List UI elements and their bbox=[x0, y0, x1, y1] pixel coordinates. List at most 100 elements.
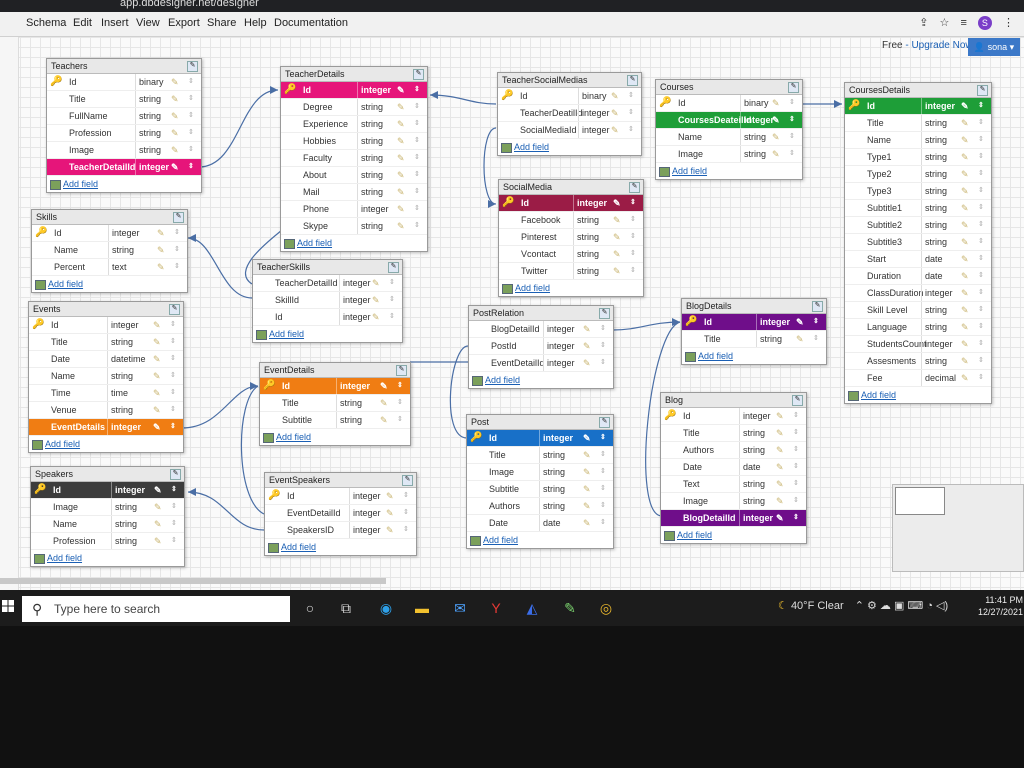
browser-address-bar[interactable]: app.dbdesigner.net/designer bbox=[0, 0, 1024, 12]
edit-field-icon[interactable]: ✎ bbox=[613, 212, 621, 228]
reorder-field-icon[interactable]: ⇕ bbox=[188, 125, 194, 141]
upgrade-link[interactable]: Upgrade Now bbox=[911, 40, 972, 51]
field-row[interactable]: 🔑 Id binary ✎ ⇕ bbox=[498, 88, 641, 105]
edit-field-icon[interactable]: ✎ bbox=[583, 321, 591, 337]
field-row[interactable]: Title string ✎ ⇕ bbox=[260, 395, 410, 412]
field-row[interactable]: Date datetime ✎ ⇕ bbox=[29, 351, 183, 368]
reorder-field-icon[interactable]: ⇕ bbox=[600, 338, 606, 354]
edit-field-icon[interactable]: ✎ bbox=[583, 481, 591, 497]
field-row[interactable]: StudentsCount integer ✎ ⇕ bbox=[845, 336, 991, 353]
reorder-field-icon[interactable]: ⇕ bbox=[978, 132, 984, 148]
reorder-field-icon[interactable]: ⇕ bbox=[793, 442, 799, 458]
add-field-link[interactable]: Add field bbox=[32, 276, 187, 292]
reorder-field-icon[interactable]: ⇕ bbox=[793, 425, 799, 441]
reorder-field-icon[interactable]: ⇕ bbox=[171, 482, 177, 498]
table-title[interactable]: EventDetails ✎ bbox=[260, 363, 410, 378]
edit-field-icon[interactable]: ✎ bbox=[154, 516, 162, 532]
field-row[interactable]: Skype string ✎ ⇕ bbox=[281, 218, 427, 235]
add-field-link[interactable]: Add field bbox=[281, 235, 427, 251]
edit-field-icon[interactable]: ✎ bbox=[153, 317, 161, 333]
table-blogdetails[interactable]: BlogDetails ✎ 🔑 Id integer ✎ ⇕ Title string ✎ ⇕ Add… bbox=[681, 298, 827, 365]
edit-field-icon[interactable]: ✎ bbox=[397, 150, 405, 166]
reorder-field-icon[interactable]: ⇕ bbox=[414, 133, 420, 149]
reorder-field-icon[interactable]: ⇕ bbox=[188, 142, 194, 158]
edit-field-icon[interactable]: ✎ bbox=[961, 319, 969, 335]
reorder-field-icon[interactable]: ⇕ bbox=[793, 408, 799, 424]
reorder-field-icon[interactable]: ⇕ bbox=[171, 499, 177, 515]
add-field-link[interactable]: Add field bbox=[467, 532, 613, 548]
reorder-field-icon[interactable]: ⇕ bbox=[978, 336, 984, 352]
reorder-field-icon[interactable]: ⇕ bbox=[600, 481, 606, 497]
table-title[interactable]: BlogDetails ✎ bbox=[682, 299, 826, 314]
field-row[interactable]: 🔑 Id binary ✎ ⇕ bbox=[47, 74, 201, 91]
reorder-field-icon[interactable]: ⇕ bbox=[600, 464, 606, 480]
table-courses[interactable]: Courses ✎ 🔑 Id binary ✎ ⇕ CoursesDeateilId integ… bbox=[655, 79, 803, 180]
field-row[interactable]: Subtitle string ✎ ⇕ bbox=[467, 481, 613, 498]
table-title[interactable]: Teachers ✎ bbox=[47, 59, 201, 74]
table-title[interactable]: TeacherSkills ✎ bbox=[253, 260, 402, 275]
edit-field-icon[interactable]: ✎ bbox=[772, 95, 780, 111]
reorder-field-icon[interactable]: ⇕ bbox=[414, 116, 420, 132]
edit-field-icon[interactable]: ✎ bbox=[613, 195, 621, 211]
field-row[interactable]: Language string ✎ ⇕ bbox=[845, 319, 991, 336]
edit-field-icon[interactable]: ✎ bbox=[153, 368, 161, 384]
edit-field-icon[interactable]: ✎ bbox=[776, 442, 784, 458]
reorder-field-icon[interactable]: ⇕ bbox=[403, 488, 409, 504]
reorder-field-icon[interactable]: ⇕ bbox=[600, 355, 606, 371]
field-row[interactable]: Image string ✎ ⇕ bbox=[656, 146, 802, 163]
reorder-field-icon[interactable]: ⇕ bbox=[188, 159, 194, 175]
field-row[interactable]: Subtitle1 string ✎ ⇕ bbox=[845, 200, 991, 217]
edit-field-icon[interactable]: ✎ bbox=[583, 515, 591, 531]
reorder-field-icon[interactable]: ⇕ bbox=[600, 498, 606, 514]
reorder-field-icon[interactable]: ⇕ bbox=[397, 378, 403, 394]
table-blog[interactable]: Blog ✎ 🔑 Id integer ✎ ⇕ Title string ✎ ⇕ Authors str… bbox=[660, 392, 807, 544]
edit-field-icon[interactable]: ✎ bbox=[583, 355, 591, 371]
edit-field-icon[interactable]: ✎ bbox=[961, 149, 969, 165]
edit-field-icon[interactable]: ✎ bbox=[372, 275, 380, 291]
reorder-field-icon[interactable]: ⇕ bbox=[414, 82, 420, 98]
reorder-field-icon[interactable]: ⇕ bbox=[389, 275, 395, 291]
reorder-field-icon[interactable]: ⇕ bbox=[414, 150, 420, 166]
field-row[interactable]: Title string ✎ ⇕ bbox=[467, 447, 613, 464]
field-row[interactable]: Image string ✎ ⇕ bbox=[661, 493, 806, 510]
star-icon[interactable]: ☆ bbox=[940, 17, 950, 29]
app-icon[interactable]: ◭ bbox=[518, 594, 546, 622]
edit-field-icon[interactable]: ✎ bbox=[397, 201, 405, 217]
reorder-field-icon[interactable]: ⇕ bbox=[188, 91, 194, 107]
table-title[interactable]: Blog ✎ bbox=[661, 393, 806, 408]
edit-table-icon[interactable]: ✎ bbox=[812, 301, 823, 312]
edit-field-icon[interactable]: ✎ bbox=[961, 234, 969, 250]
menu-help[interactable]: Help bbox=[244, 17, 267, 29]
reorder-field-icon[interactable]: ⇕ bbox=[170, 334, 176, 350]
field-row[interactable]: FullName string ✎ ⇕ bbox=[47, 108, 201, 125]
reorder-field-icon[interactable]: ⇕ bbox=[978, 149, 984, 165]
cortana-icon[interactable]: ○ bbox=[296, 594, 324, 622]
field-row[interactable]: Name string ✎ ⇕ bbox=[31, 516, 184, 533]
reorder-field-icon[interactable]: ⇕ bbox=[171, 533, 177, 549]
field-row[interactable]: Title string ✎ ⇕ bbox=[845, 115, 991, 132]
edit-field-icon[interactable]: ✎ bbox=[397, 184, 405, 200]
edit-field-icon[interactable]: ✎ bbox=[961, 302, 969, 318]
edit-field-icon[interactable]: ✎ bbox=[153, 402, 161, 418]
edit-table-icon[interactable]: ✎ bbox=[169, 304, 180, 315]
field-row[interactable]: EventDetailId integer ✎ ⇕ bbox=[469, 355, 613, 372]
field-row[interactable]: Venue string ✎ ⇕ bbox=[29, 402, 183, 419]
field-row[interactable]: Duration date ✎ ⇕ bbox=[845, 268, 991, 285]
reorder-field-icon[interactable]: ⇕ bbox=[978, 217, 984, 233]
edit-field-icon[interactable]: ✎ bbox=[157, 225, 165, 241]
field-row[interactable]: Percent text ✎ ⇕ bbox=[32, 259, 187, 276]
reorder-field-icon[interactable]: ⇕ bbox=[389, 309, 395, 325]
edit-field-icon[interactable]: ✎ bbox=[583, 498, 591, 514]
edit-field-icon[interactable]: ✎ bbox=[583, 338, 591, 354]
field-row[interactable]: Profession string ✎ ⇕ bbox=[31, 533, 184, 550]
reorder-field-icon[interactable]: ⇕ bbox=[789, 129, 795, 145]
edit-field-icon[interactable]: ✎ bbox=[153, 419, 161, 435]
reorder-field-icon[interactable]: ⇕ bbox=[978, 319, 984, 335]
field-row[interactable]: Fee decimal ✎ ⇕ bbox=[845, 370, 991, 387]
mail-icon[interactable]: ✉ bbox=[446, 594, 474, 622]
reorder-field-icon[interactable]: ⇕ bbox=[171, 516, 177, 532]
edit-field-icon[interactable]: ✎ bbox=[397, 82, 405, 98]
reorder-field-icon[interactable]: ⇕ bbox=[628, 122, 634, 138]
reorder-field-icon[interactable]: ⇕ bbox=[813, 314, 819, 330]
edit-field-icon[interactable]: ✎ bbox=[613, 229, 621, 245]
